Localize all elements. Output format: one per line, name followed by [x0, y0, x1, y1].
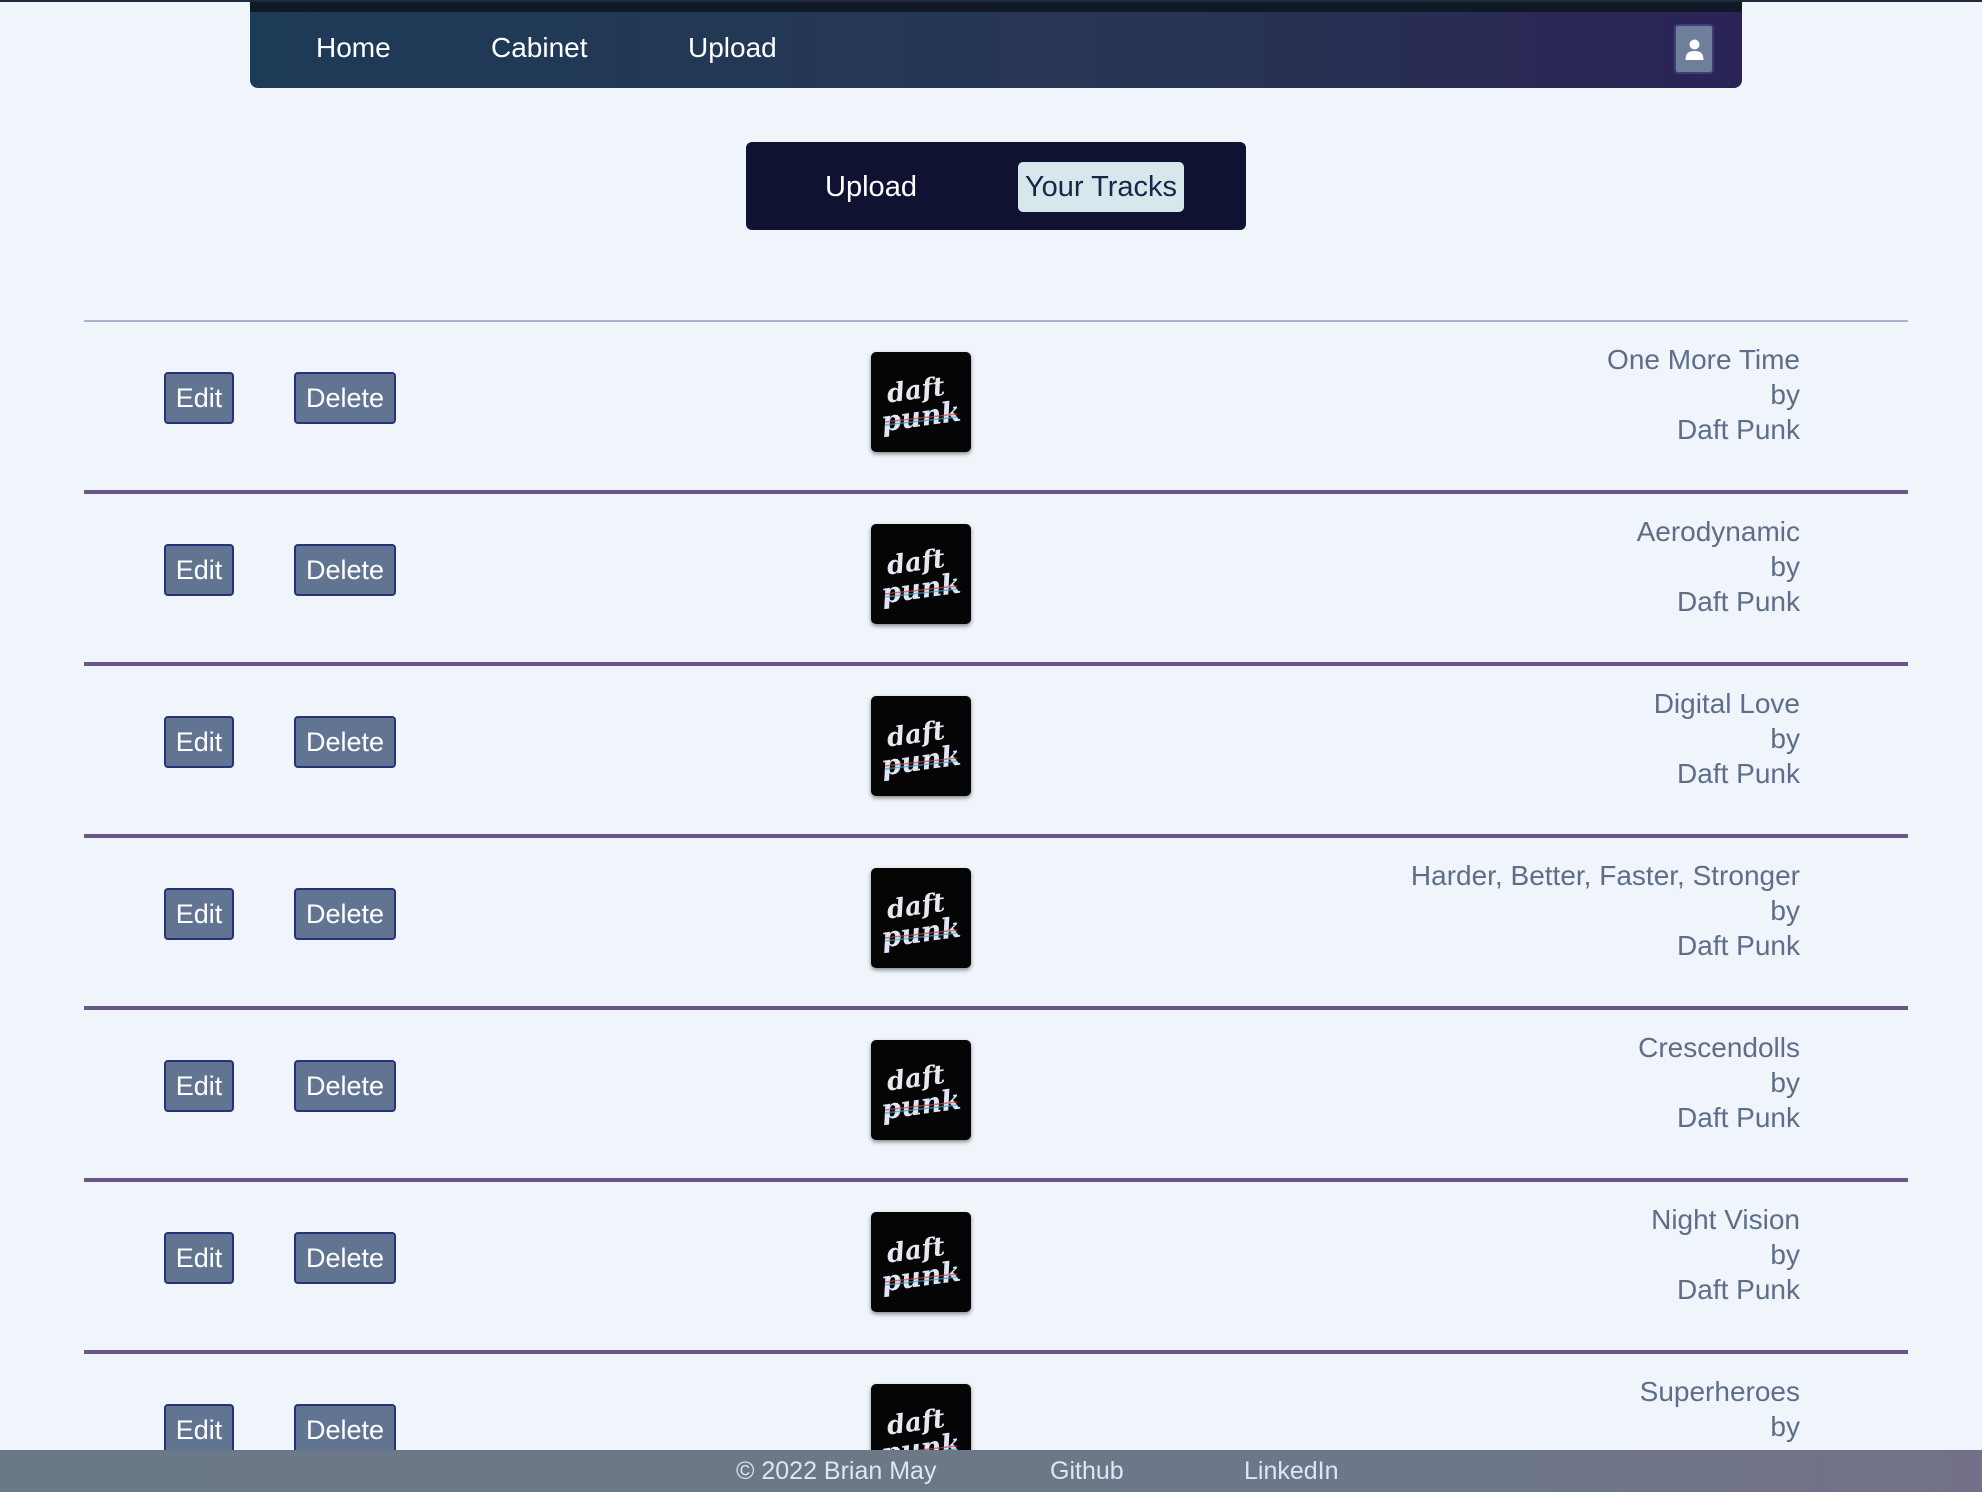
- delete-button[interactable]: Delete: [294, 1060, 396, 1112]
- track-by-label: by: [1770, 1067, 1800, 1098]
- track-row: Edit Delete daft punk Night Vision by Daft Pun…: [84, 1182, 1908, 1354]
- track-artist: Daft Punk: [1677, 1274, 1800, 1305]
- track-title: Crescendolls: [1638, 1032, 1800, 1063]
- nav-upload-link[interactable]: Upload: [688, 30, 777, 66]
- track-by-label: by: [1770, 1239, 1800, 1270]
- track-info: Crescendolls by Daft Punk: [1638, 1030, 1800, 1135]
- track-artist: Daft Punk: [1677, 758, 1800, 789]
- track-title: Aerodynamic: [1636, 516, 1800, 547]
- edit-button[interactable]: Edit: [164, 1060, 234, 1112]
- daft-punk-logo-icon: daftpunk: [879, 716, 963, 783]
- track-artist: Daft Punk: [1677, 414, 1800, 445]
- delete-button[interactable]: Delete: [294, 1232, 396, 1284]
- view-toggle: Upload Your Tracks: [746, 142, 1246, 230]
- album-cover[interactable]: daft punk: [871, 1040, 971, 1140]
- daft-punk-logo-icon: daftpunk: [879, 1232, 963, 1299]
- edit-button[interactable]: Edit: [164, 1404, 234, 1456]
- footer-linkedin-link[interactable]: LinkedIn: [1244, 1454, 1339, 1488]
- delete-button[interactable]: Delete: [294, 888, 396, 940]
- track-by-label: by: [1770, 1411, 1800, 1442]
- toggle-upload-button[interactable]: Upload: [796, 162, 946, 212]
- album-cover[interactable]: daft punk: [871, 1212, 971, 1312]
- track-by-label: by: [1770, 379, 1800, 410]
- footer: © 2022 Brian May Github LinkedIn: [0, 1450, 1982, 1492]
- track-title: Night Vision: [1651, 1204, 1800, 1235]
- edit-button[interactable]: Edit: [164, 544, 234, 596]
- nav-cabinet-link[interactable]: Cabinet: [491, 30, 588, 66]
- track-info: Harder, Better, Faster, Stronger by Daft P…: [1411, 858, 1800, 963]
- edit-button[interactable]: Edit: [164, 372, 234, 424]
- daft-punk-logo-icon: daftpunk: [879, 888, 963, 955]
- edit-button[interactable]: Edit: [164, 888, 234, 940]
- footer-github-link[interactable]: Github: [1050, 1454, 1124, 1488]
- track-title: One More Time: [1607, 344, 1800, 375]
- track-title: Superheroes: [1639, 1376, 1800, 1407]
- daft-punk-logo-icon: daftpunk: [879, 544, 963, 611]
- nav-home-link[interactable]: Home: [316, 30, 391, 66]
- track-title: Digital Love: [1653, 688, 1800, 719]
- track-row: Edit Delete daft punk Crescendolls by Daft Pun…: [84, 1010, 1908, 1182]
- user-menu-button[interactable]: [1674, 24, 1714, 74]
- daft-punk-logo-icon: daftpunk: [879, 1060, 963, 1127]
- toggle-your-tracks-button[interactable]: Your Tracks: [1018, 162, 1184, 212]
- track-row: Edit Delete daft punk One More Time by Daft Pu…: [84, 322, 1908, 494]
- track-info: Digital Love by Daft Punk: [1654, 686, 1800, 791]
- user-icon: [1685, 39, 1704, 60]
- daft-punk-logo-icon: daftpunk: [879, 372, 963, 439]
- track-artist: Daft Punk: [1677, 930, 1800, 961]
- delete-button[interactable]: Delete: [294, 716, 396, 768]
- track-by-label: by: [1770, 895, 1800, 926]
- album-cover[interactable]: daft punk: [871, 868, 971, 968]
- track-title: Harder, Better, Faster, Stronger: [1410, 860, 1800, 891]
- track-info: Aerodynamic by Daft Punk: [1637, 514, 1800, 619]
- edit-button[interactable]: Edit: [164, 716, 234, 768]
- delete-button[interactable]: Delete: [294, 1404, 396, 1456]
- delete-button[interactable]: Delete: [294, 544, 396, 596]
- track-row: Edit Delete daft punk Digital Love by Daft Pun…: [84, 666, 1908, 838]
- album-cover[interactable]: daft punk: [871, 352, 971, 452]
- album-cover[interactable]: daft punk: [871, 524, 971, 624]
- footer-copyright: © 2022 Brian May: [736, 1457, 937, 1485]
- album-cover[interactable]: daft punk: [871, 696, 971, 796]
- delete-button[interactable]: Delete: [294, 372, 396, 424]
- track-row: Edit Delete daft punk Aerodynamic by Daft Punk: [84, 494, 1908, 666]
- page: Home Cabinet Upload Upload Your Tracks E…: [0, 0, 1982, 1492]
- track-info: One More Time by Daft Punk: [1607, 342, 1800, 447]
- navbar: Home Cabinet Upload: [250, 2, 1742, 88]
- edit-button[interactable]: Edit: [164, 1232, 234, 1284]
- track-info: Night Vision by Daft Punk: [1651, 1202, 1800, 1307]
- track-row: Edit Delete daft punk Harder, Better, Faster…: [84, 838, 1908, 1010]
- track-by-label: by: [1770, 551, 1800, 582]
- track-artist: Daft Punk: [1677, 1102, 1800, 1133]
- track-artist: Daft Punk: [1677, 586, 1800, 617]
- track-by-label: by: [1770, 723, 1800, 754]
